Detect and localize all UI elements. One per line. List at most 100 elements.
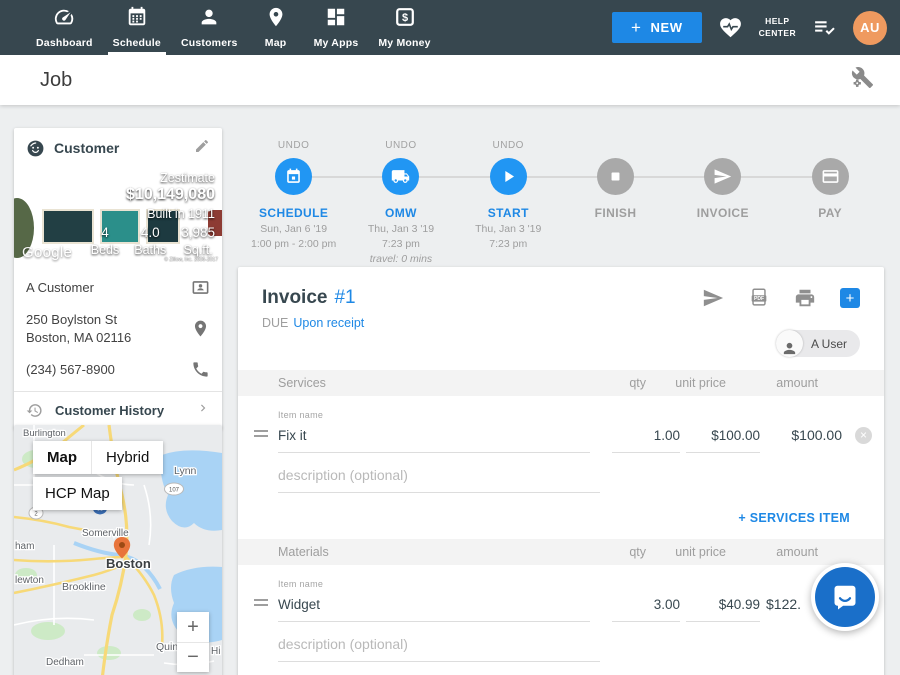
svg-text:ham: ham <box>15 541 34 552</box>
svg-text:Brookline: Brookline <box>62 581 106 593</box>
map-button[interactable]: Map <box>33 441 91 474</box>
qty-field[interactable]: 3.00 <box>612 597 680 622</box>
pay-step-button[interactable] <box>812 158 849 195</box>
services-section-header: Services qty unit price amount <box>238 370 884 396</box>
unit-price-field[interactable]: $40.99 <box>686 597 760 622</box>
undo-omw-button[interactable]: UNDO <box>385 140 416 152</box>
description-input[interactable]: description (optional) <box>278 467 600 493</box>
edit-customer-button[interactable] <box>194 138 210 159</box>
wrench-gear-icon <box>851 66 874 89</box>
customer-card-title: Customer <box>54 140 119 156</box>
assignee-name: A User <box>811 337 847 351</box>
svg-text:Dedham: Dedham <box>46 657 84 668</box>
amount-column-header: amount <box>726 376 818 390</box>
nav-item-my-money[interactable]: $ My Money <box>368 0 440 55</box>
print-button[interactable] <box>794 287 816 309</box>
property-photo[interactable]: Zestimate $10,149,080 Built in 1911 4 Be… <box>14 168 222 265</box>
drag-handle[interactable] <box>254 427 278 440</box>
qty-field[interactable]: 1.00 <box>612 428 680 453</box>
qty-column-header: qty <box>566 545 646 559</box>
item-name-field[interactable]: Item name Widget <box>278 579 590 622</box>
service-item-row: Item name Fix it 1.00 $100.00 $100.00 × <box>238 396 884 453</box>
pdf-button[interactable]: PDF <box>748 287 770 309</box>
customer-name-row: A Customer <box>14 271 222 304</box>
nav-item-schedule[interactable]: Schedule <box>103 0 171 55</box>
play-icon <box>499 167 518 186</box>
nav-item-my-apps[interactable]: My Apps <box>304 0 369 55</box>
nav-item-map[interactable]: Map <box>248 0 304 55</box>
stop-icon <box>606 167 625 186</box>
zestimate-overlay: Zestimate $10,149,080 Built in 1911 4 Be… <box>91 171 215 257</box>
invoice-title: Invoice <box>262 287 327 309</box>
description-input[interactable]: description (optional) <box>278 636 600 662</box>
customer-history-button[interactable]: Customer History <box>14 392 222 429</box>
job-settings-button[interactable] <box>851 66 874 94</box>
phone-icon[interactable] <box>191 360 210 379</box>
customers-icon <box>198 6 220 37</box>
remove-item-button[interactable]: × <box>855 427 872 444</box>
material-description-row: description (optional) <box>238 622 884 662</box>
property-stats: 4 Beds 4.0 Baths 3,985 Sq.ft. <box>91 225 215 257</box>
user-avatar[interactable]: AU <box>853 11 887 45</box>
checklist-icon[interactable] <box>812 15 837 40</box>
invoice-step-button[interactable] <box>704 158 741 195</box>
unit-price-column-header: unit price <box>646 545 726 559</box>
printer-icon <box>794 287 816 309</box>
zoom-out-button[interactable]: − <box>177 642 209 672</box>
undo-start-button[interactable]: UNDO <box>493 140 524 152</box>
step-time: 7:23 pm <box>489 238 527 250</box>
health-heart-icon[interactable] <box>718 15 743 40</box>
step-label: FINISH <box>595 206 637 220</box>
unit-price-field[interactable]: $100.00 <box>686 428 760 453</box>
svg-text:PDF: PDF <box>754 296 764 302</box>
schedule-icon <box>126 6 148 37</box>
add-invoice-button[interactable]: + <box>840 288 860 308</box>
invoice-header: Invoice #1 PDF + DUEUpon receipt A User <box>238 267 884 344</box>
undo-schedule-button[interactable]: UNDO <box>278 140 309 152</box>
chat-launcher-button[interactable] <box>811 563 879 631</box>
new-button[interactable]: + NEW <box>612 12 702 43</box>
send-invoice-button[interactable] <box>702 287 724 309</box>
schedule-step-button[interactable] <box>275 158 312 195</box>
amount-value: $100.00 <box>760 427 842 453</box>
section-title: Services <box>278 376 566 390</box>
invoice-number[interactable]: #1 <box>334 287 355 309</box>
due-value-link[interactable]: Upon receipt <box>293 316 364 330</box>
top-navbar: Dashboard Schedule Customers Map My Apps… <box>0 0 900 55</box>
job-timeline: UNDO SCHEDULE Sun, Jan 6 '19 1:00 pm - 2… <box>240 140 884 265</box>
finish-step-button[interactable] <box>597 158 634 195</box>
content-area: Customer Zestimate $10,149,080 Built in … <box>0 105 900 675</box>
nav-item-customers[interactable]: Customers <box>171 0 248 55</box>
start-step-button[interactable] <box>490 158 527 195</box>
assignee-avatar <box>776 330 803 357</box>
item-name-field[interactable]: Item name Fix it <box>278 410 590 453</box>
zoom-in-button[interactable]: + <box>177 612 209 642</box>
location-pin-icon[interactable] <box>191 319 210 338</box>
hybrid-button[interactable]: Hybrid <box>91 441 163 474</box>
help-center-button[interactable]: HELP CENTER <box>759 16 796 38</box>
svg-text:Hi: Hi <box>211 646 220 657</box>
drag-handle[interactable] <box>254 596 278 609</box>
customer-address-row: 250 Boylston St Boston, MA 02116 <box>14 304 222 353</box>
hcp-map-button[interactable]: HCP Map <box>33 477 122 510</box>
stat-baths: 4.0 Baths <box>134 225 166 257</box>
history-icon <box>26 402 43 419</box>
omw-step-button[interactable] <box>382 158 419 195</box>
add-services-item-link[interactable]: + SERVICES ITEM <box>738 511 850 525</box>
person-icon <box>781 340 798 357</box>
nav-item-dashboard[interactable]: Dashboard <box>26 0 103 55</box>
street-view-icon[interactable] <box>21 174 44 189</box>
chat-bubble-icon <box>815 567 875 627</box>
assignee-chip[interactable]: A User <box>776 330 860 357</box>
amount-column-header: amount <box>726 545 818 559</box>
nav-label: My Money <box>378 37 430 49</box>
nav-items: Dashboard Schedule Customers Map My Apps… <box>26 0 441 55</box>
materials-section-header: Materials qty unit price amount <box>238 539 884 565</box>
contact-card-icon[interactable] <box>191 278 210 297</box>
plus-icon: + <box>846 290 855 307</box>
material-item-row: Item name Widget 3.00 $40.99 $122. <box>238 565 884 622</box>
item-name-label: Item name <box>278 579 590 589</box>
customer-history-label: Customer History <box>55 403 164 418</box>
qty-column-header: qty <box>566 376 646 390</box>
due-label: DUE <box>262 316 288 330</box>
